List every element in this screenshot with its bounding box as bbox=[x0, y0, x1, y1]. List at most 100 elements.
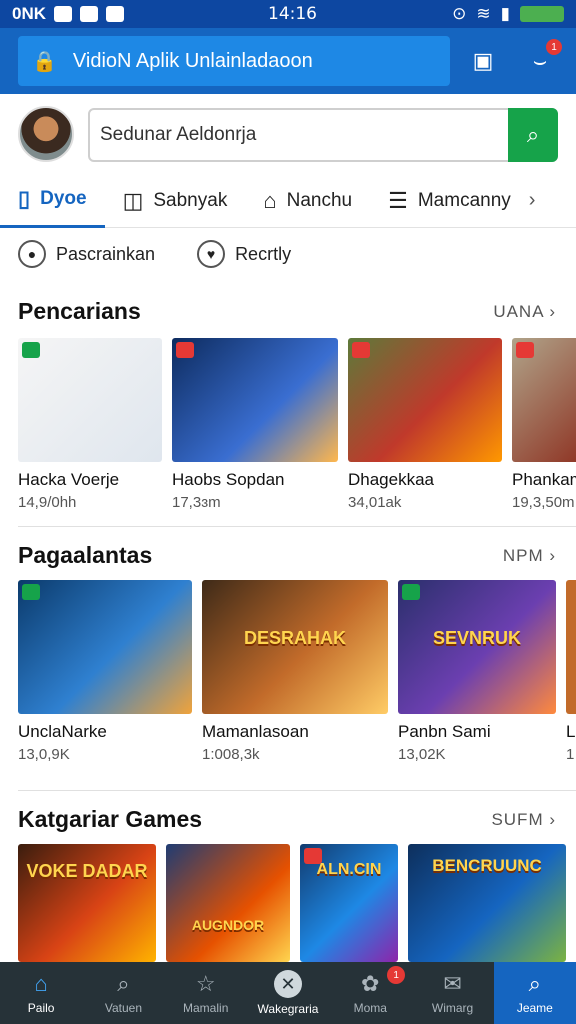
game-card[interactable]: VOKE DADAR bbox=[18, 844, 156, 962]
game-card[interactable]: Haobs Sopdan 17,3ɜm bbox=[172, 338, 338, 511]
search-icon: ⌕ bbox=[528, 971, 541, 996]
mail-icon: ✉ bbox=[443, 971, 462, 996]
tab-label: Dyoe bbox=[40, 188, 87, 209]
platform-tag-icon bbox=[352, 342, 370, 358]
nav-label: Moma bbox=[353, 1001, 387, 1015]
chat-icon bbox=[80, 6, 99, 22]
game-art bbox=[18, 580, 192, 714]
nav-item-vatuen[interactable]: ⌕ Vatuen bbox=[82, 962, 164, 1024]
tab-sabnyak[interactable]: ◫ Sabnyak bbox=[105, 174, 246, 228]
game-row: VOKE DADAR AUGNDOR ALN.CIN BENCRUUNC bbox=[18, 844, 566, 962]
lock-icon: 🔒 bbox=[32, 50, 57, 73]
game-name: Mamanlasoan bbox=[202, 722, 309, 741]
tab-mamcanny[interactable]: ☰ Mamcanny bbox=[370, 174, 529, 228]
game-row: UnclaNarke 13,0,9K DESRAHAK Mamanlasoan … bbox=[18, 580, 576, 763]
game-logo: SEVNRUK bbox=[432, 628, 521, 649]
avatar[interactable] bbox=[18, 106, 74, 162]
section-title: Pencarians bbox=[18, 298, 141, 324]
nav-item-wakegraria[interactable]: ✕ Wakegraria bbox=[247, 962, 329, 1024]
game-logo: AUGNDOR bbox=[191, 917, 265, 934]
platform-tag-icon bbox=[22, 342, 40, 358]
star-icon: ☆ bbox=[195, 971, 216, 996]
game-card[interactable]: AUGNDOR bbox=[166, 844, 290, 962]
wifi-icon: ≋ bbox=[476, 4, 491, 23]
nav-item-jeame[interactable]: ⌕ Jeame bbox=[493, 962, 576, 1024]
filter-chips: ● Pascrainkan ♥ Recrtly bbox=[18, 240, 291, 268]
nav-label: Vatuen bbox=[104, 1001, 142, 1015]
search-placeholder: Sedunar Aeldonrja bbox=[100, 124, 257, 145]
game-card[interactable]: UnclaNarke 13,0,9K bbox=[18, 580, 192, 763]
signal-icon: ▮ bbox=[500, 4, 510, 23]
game-art: ALN.CIN bbox=[300, 844, 398, 962]
platform-tag-icon bbox=[516, 342, 534, 358]
game-count: 34,01ak bbox=[348, 494, 402, 511]
tag-icon: ⌂ bbox=[263, 187, 277, 213]
profile-notification-icon[interactable]: ⌣ 1 bbox=[524, 39, 562, 77]
nav-label: Wakegraria bbox=[257, 1002, 319, 1016]
chevron-right-icon[interactable]: › bbox=[529, 189, 536, 212]
section-more-link[interactable]: SUFM › bbox=[491, 810, 556, 830]
status-time: 14:16 bbox=[268, 4, 317, 24]
game-art bbox=[566, 580, 576, 714]
url-text: VidioN Aplik Unlainladaoon bbox=[72, 49, 313, 72]
search-input[interactable]: Sedunar Aeldonrja ⌕ bbox=[88, 108, 558, 162]
game-art: AUGNDOR bbox=[166, 844, 290, 962]
tab-nanchu[interactable]: ⌂ Nanchu bbox=[245, 174, 370, 228]
nav-label: Pailo bbox=[27, 1001, 55, 1015]
nav-item-mamalin[interactable]: ☆ Mamalin bbox=[165, 962, 247, 1024]
game-logo: DESRAHAK bbox=[243, 628, 346, 649]
controller-icon: ◫ bbox=[122, 187, 144, 213]
notification-icon bbox=[54, 6, 73, 22]
game-art bbox=[18, 338, 162, 462]
game-art: SEVNRUK bbox=[398, 580, 556, 714]
game-name: UnclaNarke bbox=[18, 722, 107, 741]
nav-badge: 1 bbox=[387, 966, 406, 984]
nav-item-pailo[interactable]: ⌂ Pailo bbox=[0, 962, 82, 1024]
game-logo: BENCRUUNC bbox=[432, 855, 542, 875]
section-divider bbox=[18, 526, 576, 527]
game-name: Dhagekkaa bbox=[348, 470, 435, 489]
game-card[interactable]: SEVNRUK Panbn Sami 13,02K bbox=[398, 580, 556, 763]
game-art bbox=[512, 338, 576, 462]
tab-label: Mamcanny bbox=[417, 189, 511, 211]
section-more-link[interactable]: UANA › bbox=[493, 302, 556, 322]
game-card[interactable]: Phankam 19,3,50m bbox=[512, 338, 576, 511]
game-art bbox=[172, 338, 338, 462]
game-count: 17,3ɜm bbox=[172, 494, 221, 511]
chip-recrtly[interactable]: ♥ Recrtly bbox=[197, 240, 291, 268]
url-bar[interactable]: 🔒 VidioN Aplik Unlainladaoon bbox=[18, 36, 450, 86]
tabs-icon[interactable]: ▣ bbox=[467, 45, 499, 77]
nav-item-moma[interactable]: ✿ 1 Moma bbox=[329, 962, 411, 1024]
status-right: ⊙ ≋ ▮ bbox=[452, 4, 564, 24]
game-card[interactable]: Hacka Voerje 14,9/0hh bbox=[18, 338, 162, 511]
notification-badge: 1 bbox=[546, 39, 562, 55]
tab-dyoe[interactable]: ▯ Dyoe bbox=[0, 174, 105, 228]
home-icon: ⌂ bbox=[34, 971, 48, 996]
close-icon: ✕ bbox=[273, 970, 302, 998]
game-count: 14,9/0hh bbox=[18, 494, 77, 511]
game-card[interactable]: La 1 bbox=[566, 580, 576, 763]
game-art: VOKE DADAR bbox=[18, 844, 156, 962]
game-logo: VOKE DADAR bbox=[26, 860, 148, 881]
section-more-link[interactable]: NPM › bbox=[503, 546, 556, 566]
chip-label: Recrtly bbox=[235, 243, 292, 264]
game-art: BENCRUUNC bbox=[408, 844, 566, 962]
game-name: Panbn Sami bbox=[398, 722, 491, 741]
search-button[interactable]: ⌕ bbox=[508, 108, 558, 162]
category-tabs: ▯ Dyoe ◫ Sabnyak ⌂ Nanchu ☰ Mamcanny › bbox=[0, 174, 576, 228]
game-row: Hacka Voerje 14,9/0hh Haobs Sopdan 17,3ɜ… bbox=[18, 338, 576, 511]
chip-label: Pascrainkan bbox=[56, 243, 156, 264]
game-art bbox=[348, 338, 502, 462]
bookmark-icon: ▯ bbox=[18, 186, 31, 211]
game-card[interactable]: BENCRUUNC bbox=[408, 844, 566, 962]
game-card[interactable]: Dhagekkaa 34,01ak bbox=[348, 338, 502, 511]
game-card[interactable]: DESRAHAK Mamanlasoan 1:008,3k bbox=[202, 580, 388, 763]
chip-pascrainkan[interactable]: ● Pascrainkan bbox=[18, 240, 155, 268]
browser-header: 🔒 VidioN Aplik Unlainladaoon ▣ ⌣ 1 bbox=[0, 28, 576, 94]
battery-icon bbox=[520, 6, 564, 22]
nav-item-wimarg[interactable]: ✉ Wimarg bbox=[411, 962, 493, 1024]
game-card[interactable]: ALN.CIN bbox=[300, 844, 398, 962]
gallery-icon bbox=[106, 6, 125, 22]
gamepad-icon: ✿ bbox=[361, 971, 380, 996]
game-name: Hacka Voerje bbox=[18, 470, 120, 489]
